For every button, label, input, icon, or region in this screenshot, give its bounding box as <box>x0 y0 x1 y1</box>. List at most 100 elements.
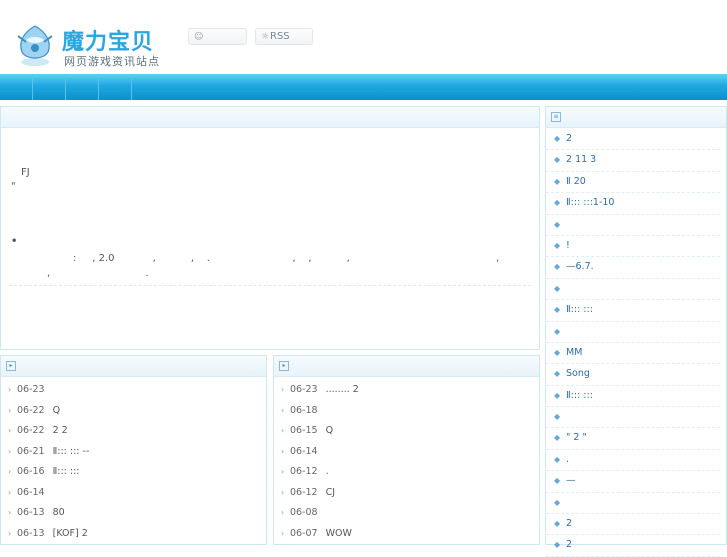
sidebar-link-text[interactable]: — <box>566 475 576 486</box>
news-title[interactable]: Q <box>53 405 60 416</box>
sidebar-link-item[interactable]: ◆ <box>546 407 720 429</box>
news-item[interactable]: › 06-12 CJ <box>274 483 539 504</box>
intro-line: FJ <box>21 167 30 178</box>
bullet-icon: ◆ <box>554 198 561 208</box>
sidebar-link-text[interactable]: " 2 " <box>566 432 587 443</box>
news-date: 06-12 <box>290 466 318 477</box>
sidebar-link-item[interactable]: ◆ . <box>546 450 720 472</box>
panel-toggle-icon[interactable]: ▸ <box>279 361 289 371</box>
nav-item-4[interactable] <box>99 74 132 100</box>
sidebar-link-text[interactable]: Ⅱ 20 <box>566 176 586 187</box>
bullet-icon: ◆ <box>554 326 561 336</box>
sidebar-link-text[interactable]: 2 <box>566 518 572 529</box>
sidebar-link-text[interactable]: Ⅱ::: ::: <box>566 304 593 315</box>
document-icon: ≡ <box>551 112 561 122</box>
news-title[interactable]: Ⅱ::: ::: <box>53 466 80 477</box>
site-logo[interactable]: 魔力宝贝 网页游戏资讯站点 <box>12 22 172 70</box>
bullet-icon: ◆ <box>554 283 561 293</box>
news-title[interactable]: ........ 2 <box>326 384 359 395</box>
sidebar-link-item[interactable]: ◆ <box>546 215 720 236</box>
news-item[interactable]: › 06-22 2 2 <box>1 421 266 442</box>
bullet-icon: ◆ <box>554 134 561 143</box>
sidebar-link-item[interactable]: ◆ 2 11 3 <box>546 150 720 172</box>
news-item[interactable]: › 06-23 <box>1 380 266 401</box>
news-item[interactable]: › 06-18 <box>274 401 539 422</box>
sidebar-link-item[interactable]: ◆ Ⅱ::: ::: <box>546 386 720 408</box>
news-title[interactable]: . <box>326 466 329 477</box>
news-date: 06-23 <box>290 384 318 395</box>
news-panel-right: ▸ › 06-23 ........ 2 › 06-18 › 06-15 Q › 06-14 › 06… <box>273 355 540 545</box>
news-date: 06-22 <box>17 425 45 436</box>
sidebar-link-item[interactable]: ◆ Song <box>546 364 720 386</box>
news-list-right: › 06-23 ........ 2 › 06-18 › 06-15 Q › 06-14 › 06-1… <box>274 380 539 544</box>
news-item[interactable]: › 06-14 <box>1 483 266 504</box>
news-list-left: › 06-23 › 06-22 Q › 06-22 2 2 › 06-21 Ⅱ::: ::: -- ›… <box>1 380 266 544</box>
sidebar-link-item[interactable]: ◆ —6.7. <box>546 257 720 279</box>
news-title[interactable]: Ⅱ::: ::: -- <box>53 446 90 457</box>
news-title[interactable]: WOW <box>326 528 352 539</box>
panel-toggle-icon[interactable]: ▸ <box>6 361 16 371</box>
sidebar-link-item[interactable]: ◆ <box>546 322 720 343</box>
sidebar-link-item[interactable]: ◆ MM <box>546 343 720 365</box>
sidebar-link-item[interactable]: ◆ Ⅱ::: ::: <box>546 300 720 322</box>
news-item[interactable]: › 06-21 Ⅱ::: ::: -- <box>1 442 266 463</box>
news-date: 06-07 <box>290 527 318 539</box>
news-title[interactable]: [KOF] 2 <box>53 528 88 539</box>
news-panel-left: ▸ › 06-23 › 06-22 Q › 06-22 2 2 › 06-21 Ⅱ::: ::: -… <box>0 355 267 545</box>
news-title[interactable]: CJ <box>326 487 335 498</box>
sidebar-link-text[interactable]: 2 11 3 <box>566 154 596 165</box>
news-date: 06-08 <box>290 507 318 518</box>
news-title[interactable]: 80 <box>53 507 65 518</box>
sidebar-link-text[interactable]: 2 <box>566 133 572 144</box>
nav-item-3[interactable] <box>66 74 99 100</box>
bullet-icon: ◆ <box>554 305 561 315</box>
user-icon: ☺ <box>194 32 204 42</box>
sidebar-link-text[interactable]: ! <box>566 240 570 251</box>
news-item[interactable]: › 06-22 Q <box>1 401 266 422</box>
sidebar-link-item[interactable]: ◆ Ⅱ 20 <box>546 172 720 194</box>
bullet-icon: ◆ <box>554 219 561 229</box>
arrow-right-icon: › <box>8 385 12 394</box>
sidebar-link-item[interactable]: ◆ <box>546 493 720 515</box>
arrow-right-icon: › <box>281 446 285 456</box>
news-item[interactable]: › 06-23 ........ 2 <box>274 380 539 401</box>
sidebar-link-item[interactable]: ◆ 2 <box>546 129 720 151</box>
news-title[interactable]: 2 2 <box>53 425 68 436</box>
sidebar-link-item[interactable]: ◆ 2 <box>546 514 720 536</box>
sidebar-link-item[interactable]: ◆ 2 <box>546 535 720 557</box>
news-item[interactable]: › 06-16 Ⅱ::: ::: <box>1 462 266 483</box>
sidebar-link-text[interactable]: Ⅱ::: :::1-10 <box>566 197 614 208</box>
news-item[interactable]: › 06-13 [KOF] 2 <box>1 524 266 545</box>
news-item[interactable]: › 06-14 <box>274 442 539 463</box>
news-item[interactable]: › 06-12. <box>274 462 539 483</box>
sidebar-link-text[interactable]: —6.7. <box>566 261 594 272</box>
news-date: 06-21 <box>17 445 45 457</box>
news-date: 06-13 <box>17 527 45 539</box>
sidebar-link-text[interactable]: MM <box>566 347 582 358</box>
sidebar-link-item[interactable]: ◆ <box>546 279 720 301</box>
rss-link[interactable]: ☼ RSS <box>255 28 313 45</box>
news-title[interactable]: Q <box>326 425 333 436</box>
logo-subtitle: 网页游戏资讯站点 <box>64 55 160 68</box>
news-item[interactable]: › 06-15 Q <box>274 421 539 442</box>
arrow-right-icon: › <box>281 487 285 497</box>
sidebar-link-text[interactable]: Ⅱ::: ::: <box>566 390 593 401</box>
sidebar-link-item[interactable]: ◆ " 2 " <box>546 428 720 450</box>
bullet-icon: ◆ <box>554 262 561 272</box>
news-date: 06-13 <box>17 507 45 518</box>
news-date: 06-23 <box>17 384 45 395</box>
nav-item-2[interactable] <box>33 74 66 100</box>
sidebar-link-item[interactable]: ◆ Ⅱ::: :::1-10 <box>546 193 720 215</box>
arrow-right-icon: › <box>8 528 12 538</box>
news-item[interactable]: › 06-08 <box>274 503 539 524</box>
sidebar-link-text[interactable]: Song <box>566 368 590 379</box>
arrow-right-icon: › <box>281 467 285 476</box>
sidebar-link-item[interactable]: ◆ — <box>546 471 720 493</box>
sidebar-link-text[interactable]: . <box>566 454 569 465</box>
news-item[interactable]: › 06-07 WOW <box>274 524 539 545</box>
news-item[interactable]: › 06-13 80 <box>1 503 266 524</box>
sidebar-link-item[interactable]: ◆ ! <box>546 236 720 258</box>
user-login-link[interactable]: ☺ <box>188 28 247 45</box>
bullet-icon: ◆ <box>554 155 561 165</box>
nav-item-1[interactable] <box>0 74 33 100</box>
